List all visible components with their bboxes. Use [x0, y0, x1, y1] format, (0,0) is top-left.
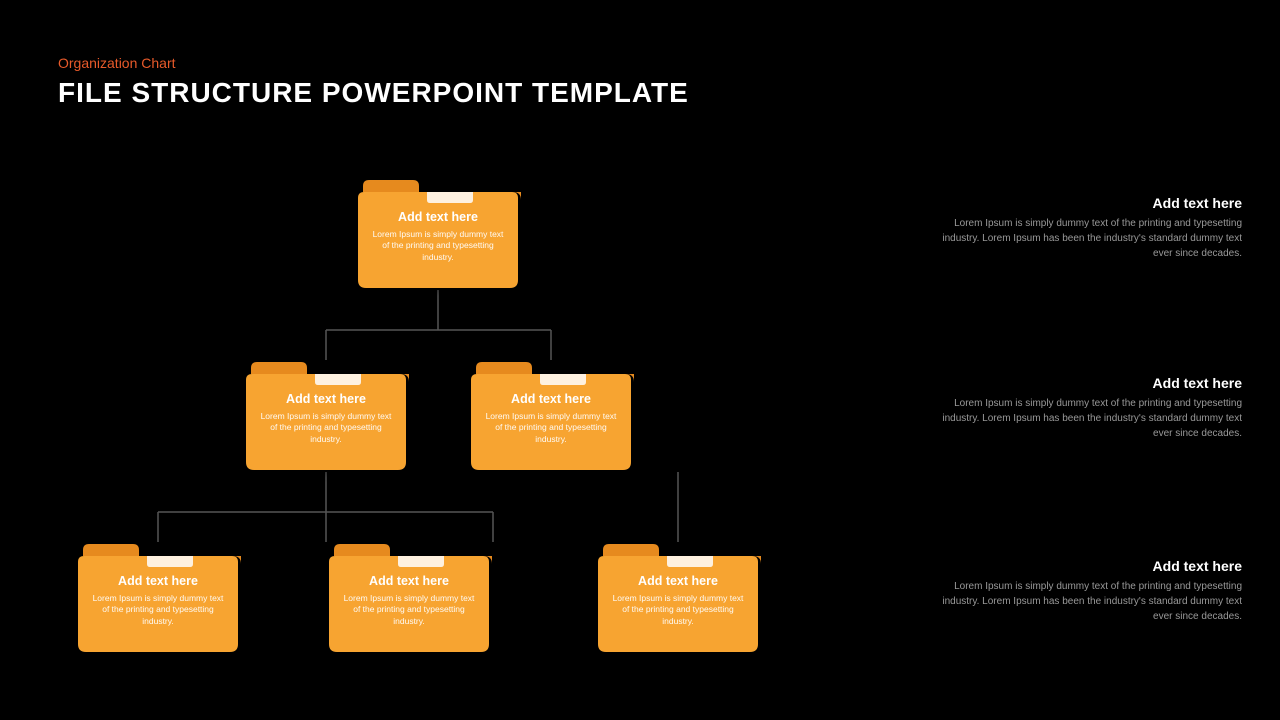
org-chart: Add text here Lorem Ipsum is simply dumm…	[58, 160, 818, 700]
folder-body: Lorem Ipsum is simply dummy text of the …	[482, 411, 620, 445]
folder-body: Lorem Ipsum is simply dummy text of the …	[89, 593, 227, 627]
folder-mid-left: Add text here Lorem Ipsum is simply dumm…	[243, 362, 409, 472]
folder-body: Lorem Ipsum is simply dummy text of the …	[369, 229, 507, 263]
sidebar-title: Add text here	[922, 195, 1242, 211]
sidebar-block-1: Add text here Lorem Ipsum is simply dumm…	[922, 195, 1242, 261]
slide-header: Organization Chart FILE STRUCTURE POWERP…	[58, 55, 689, 109]
folder-title: Add text here	[609, 574, 747, 588]
sidebar-title: Add text here	[922, 558, 1242, 574]
folder-body: Lorem Ipsum is simply dummy text of the …	[257, 411, 395, 445]
sidebar-body: Lorem Ipsum is simply dummy text of the …	[922, 396, 1242, 441]
folder-title: Add text here	[257, 392, 395, 406]
sidebar-body: Lorem Ipsum is simply dummy text of the …	[922, 216, 1242, 261]
folder-body: Lorem Ipsum is simply dummy text of the …	[340, 593, 478, 627]
folder-title: Add text here	[369, 210, 507, 224]
sidebar-title: Add text here	[922, 375, 1242, 391]
folder-title: Add text here	[340, 574, 478, 588]
sidebar-block-3: Add text here Lorem Ipsum is simply dumm…	[922, 558, 1242, 624]
folder-bot-right: Add text here Lorem Ipsum is simply dumm…	[595, 544, 761, 654]
folder-title: Add text here	[482, 392, 620, 406]
folder-body: Lorem Ipsum is simply dummy text of the …	[609, 593, 747, 627]
slide-subtitle: Organization Chart	[58, 55, 689, 71]
folder-bot-center: Add text here Lorem Ipsum is simply dumm…	[326, 544, 492, 654]
sidebar-body: Lorem Ipsum is simply dummy text of the …	[922, 579, 1242, 624]
folder-bot-left: Add text here Lorem Ipsum is simply dumm…	[75, 544, 241, 654]
slide-title: FILE STRUCTURE POWERPOINT TEMPLATE	[58, 77, 689, 109]
folder-mid-right: Add text here Lorem Ipsum is simply dumm…	[468, 362, 634, 472]
sidebar-block-2: Add text here Lorem Ipsum is simply dumm…	[922, 375, 1242, 441]
folder-top: Add text here Lorem Ipsum is simply dumm…	[355, 180, 521, 290]
folder-title: Add text here	[89, 574, 227, 588]
